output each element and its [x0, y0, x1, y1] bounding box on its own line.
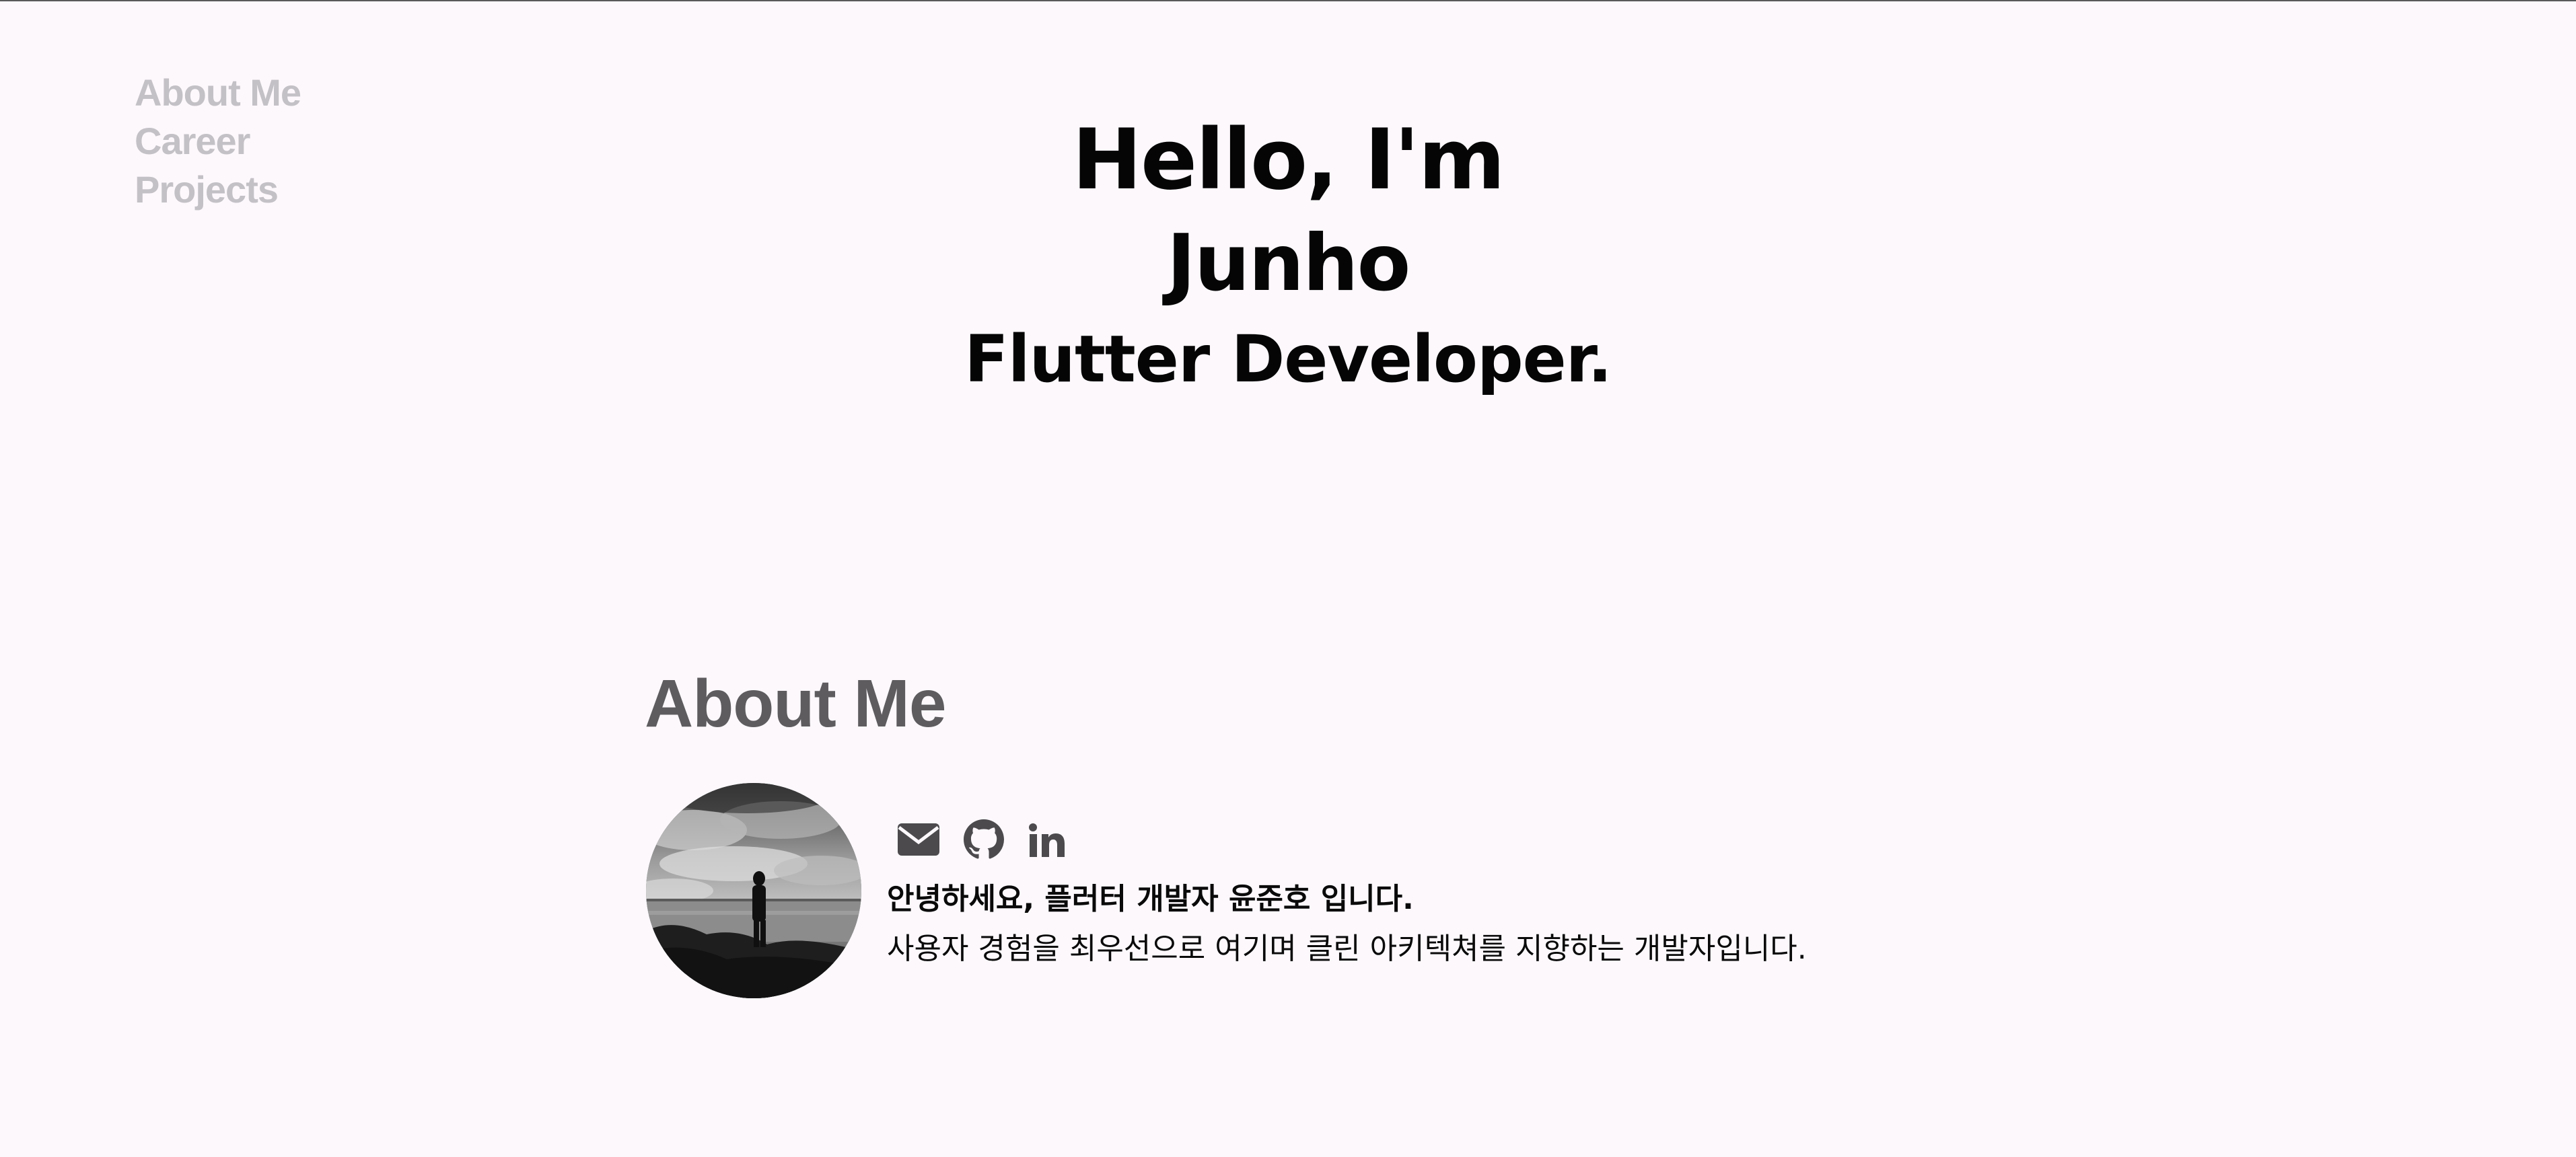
bio-line-intro: 안녕하세요, 플러터 개발자 윤준호 입니다. — [887, 882, 1414, 916]
profile-photo — [646, 783, 861, 998]
about-bio: 안녕하세요, 플러터 개발자 윤준호 입니다. 사용자 경험을 최우선으로 여기… — [887, 874, 1807, 974]
hero-role: Flutter Developer. — [964, 322, 1612, 397]
social-links — [898, 819, 1066, 860]
hero-name: Junho — [1166, 218, 1411, 309]
hero-greeting: Hello, I'm — [1072, 112, 1505, 209]
about-me-heading: About Me — [645, 666, 946, 741]
bio-line-philosophy: 사용자 경험을 최우선으로 여기며 클린 아키텍쳐를 지향하는 개발자입니다. — [887, 932, 1807, 966]
linkedin-icon[interactable] — [1028, 821, 1066, 858]
envelope-icon[interactable] — [898, 823, 939, 856]
top-border — [0, 0, 2576, 1]
github-icon[interactable] — [964, 819, 1004, 860]
hero-section: Hello, I'm Junho Flutter Developer. — [0, 108, 2576, 404]
profile-photo-image — [646, 783, 861, 998]
